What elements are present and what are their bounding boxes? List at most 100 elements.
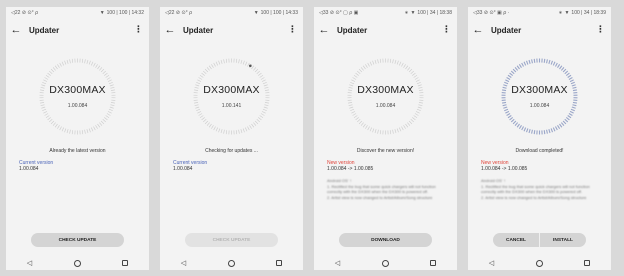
status-right-text: 100 | 34 | 18:38 <box>417 10 452 16</box>
nav-home-icon[interactable] <box>73 259 81 267</box>
dial-tick <box>203 118 207 123</box>
dial-tick <box>521 126 525 131</box>
dial-tick <box>360 67 364 71</box>
dial-tick <box>105 115 110 119</box>
back-arrow-icon[interactable]: ← <box>6 24 26 36</box>
status-left: ◁33 ⊘ ⊙° ▣ ⍴ · <box>473 10 510 16</box>
dial-tick <box>223 59 225 64</box>
dial-tick <box>81 130 84 135</box>
dial-tick <box>521 62 525 67</box>
dial-ring <box>193 58 270 135</box>
wifi-icon: ▼ <box>564 10 570 16</box>
dial-tick <box>550 60 554 65</box>
dial-tick <box>358 68 363 73</box>
dial-tick <box>251 65 255 70</box>
more-options-icon[interactable]: ⋮ <box>134 24 143 35</box>
dial-tick <box>54 65 58 70</box>
check-update-button[interactable]: CHECK UPDATE <box>185 233 278 247</box>
dial-tick <box>261 111 266 114</box>
dial-tick <box>355 117 359 121</box>
nav-recents-icon[interactable] <box>122 260 129 266</box>
dial-tick <box>357 118 361 123</box>
dial-tick <box>512 68 517 73</box>
install-button[interactable]: INSTALL <box>540 233 586 247</box>
cancel-button[interactable]: CANCEL <box>493 233 540 247</box>
dial-tick <box>201 72 205 76</box>
dial-tick <box>213 126 216 131</box>
dial-tick <box>360 122 364 126</box>
dial-tick <box>403 64 406 68</box>
dial-tick <box>52 67 56 71</box>
dial-tick <box>196 108 201 112</box>
dial-tick <box>559 123 563 128</box>
more-options-icon[interactable]: ⋮ <box>596 24 605 35</box>
dial-tick <box>516 65 520 70</box>
nav-back-icon[interactable]: ◁ <box>335 259 340 267</box>
dial-tick <box>401 126 404 131</box>
dial-tick <box>554 62 558 67</box>
dial-tick <box>569 79 574 83</box>
dial-tick <box>394 59 397 64</box>
nav-recents-icon[interactable] <box>584 260 591 266</box>
nav-back-icon[interactable]: ◁ <box>181 259 186 267</box>
firmware-version: 1.00.084 <box>375 103 396 109</box>
status-left: ◁22 ⊘ ⊙° ⍴ <box>11 10 39 16</box>
status-left: ◁33 ⊘ ⊙° ▢ ⍴ ▣ <box>319 10 359 16</box>
dial-tick <box>203 70 207 75</box>
back-arrow-icon[interactable]: ← <box>314 24 334 36</box>
back-arrow-icon[interactable]: ← <box>160 24 180 36</box>
dial-tick <box>560 67 565 71</box>
dial-tick <box>43 111 48 114</box>
dial-tick <box>218 128 221 133</box>
dial-tick <box>505 79 510 83</box>
download-button[interactable]: DOWNLOAD <box>339 233 432 247</box>
dial-tick <box>396 60 399 65</box>
dial-tick <box>408 68 413 73</box>
nav-home-icon[interactable] <box>381 259 389 267</box>
nav-back-icon[interactable]: ◁ <box>489 259 494 267</box>
dial-tick <box>254 120 259 125</box>
dial-tick <box>95 125 98 129</box>
dial-tick <box>86 59 89 64</box>
dial-tick <box>554 126 558 131</box>
dial-tick <box>106 113 111 116</box>
back-arrow-icon[interactable]: ← <box>468 24 488 36</box>
nav-recents-icon[interactable] <box>276 260 283 266</box>
device-model: DX300MAX <box>357 84 414 96</box>
dial-tick <box>95 64 98 68</box>
dial-tick <box>557 63 561 68</box>
device-model: DX300MAX <box>511 84 568 96</box>
version-dial: DX300MAX 1.00.141 <box>192 57 271 136</box>
status-right-text: 100 | 100 | 14:32 <box>106 10 144 16</box>
new-version-value: 1.00.084 -> 1.00.085 <box>481 166 528 172</box>
dial-tick <box>357 70 361 75</box>
more-options-icon[interactable]: ⋮ <box>288 24 297 35</box>
dial-tick <box>47 72 51 76</box>
dial-tick <box>50 68 55 73</box>
update-status-message: Already the latest version <box>49 148 106 154</box>
dial-tick <box>557 125 561 130</box>
nav-recents-icon[interactable] <box>430 260 437 266</box>
nav-back-icon[interactable]: ◁ <box>27 259 32 267</box>
dial-tick <box>52 122 56 126</box>
dial-progress-dot <box>249 64 252 68</box>
dial-tick <box>351 111 356 114</box>
dial-tick <box>206 67 210 71</box>
current-version-value: 1.00.084 <box>173 166 193 172</box>
dial-tick <box>206 122 210 126</box>
nav-home-icon[interactable] <box>535 259 543 267</box>
dial-tick <box>546 129 548 134</box>
page-title: Updater <box>337 25 368 35</box>
dial-tick <box>552 127 556 132</box>
dial-tick <box>204 68 209 73</box>
nav-home-icon[interactable] <box>227 259 235 267</box>
dial-tick <box>392 59 394 64</box>
dial-tick <box>504 108 509 112</box>
dial-tick <box>512 120 517 125</box>
more-options-icon[interactable]: ⋮ <box>442 24 451 35</box>
wifi-icon: ▼ <box>410 10 416 16</box>
check-update-button[interactable]: CHECK UPDATE <box>31 233 124 247</box>
dial-tick <box>69 59 71 64</box>
dial-tick <box>107 79 112 82</box>
dial-tick <box>223 129 225 134</box>
